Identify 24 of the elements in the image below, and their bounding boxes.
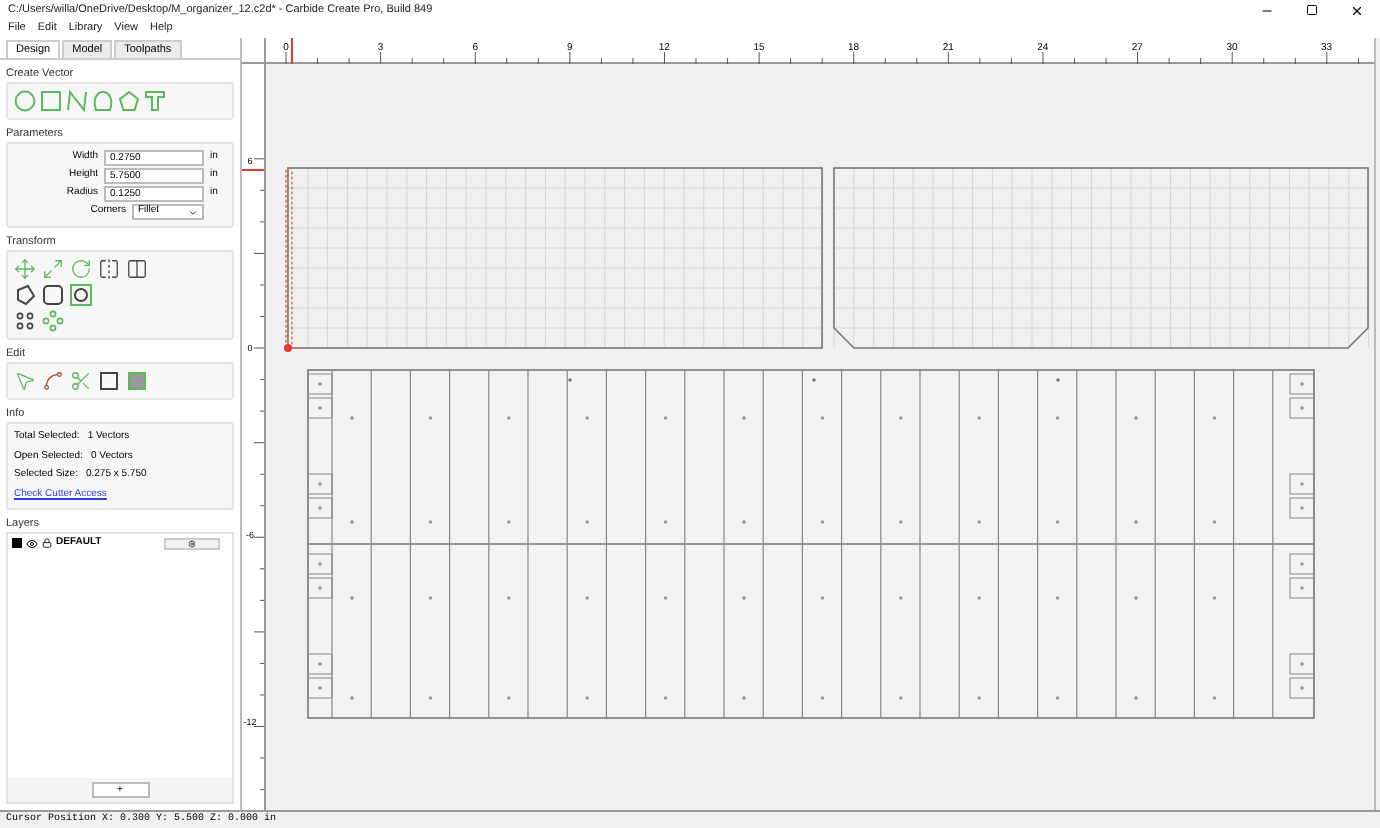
align-icon[interactable]: [126, 258, 148, 280]
offset-icon[interactable]: [14, 284, 36, 306]
mirror-icon[interactable]: [98, 258, 120, 280]
caret-icon: [188, 207, 198, 217]
rounded-square-icon[interactable]: [42, 284, 64, 306]
maximize-icon[interactable]: [1306, 4, 1318, 16]
curve-icon[interactable]: [92, 90, 114, 112]
circle-icon[interactable]: [14, 90, 36, 112]
pointer-icon[interactable]: [14, 370, 36, 392]
dots-icon[interactable]: [14, 310, 36, 332]
text-tool-icon[interactable]: [144, 90, 166, 112]
layer-color-swatch[interactable]: [12, 538, 22, 549]
dots-icon[interactable]: [42, 310, 64, 332]
polygon-icon[interactable]: [118, 90, 140, 112]
gear-icon: [188, 539, 196, 548]
layer-settings-button[interactable]: [164, 537, 220, 550]
rectangle-icon[interactable]: [40, 90, 62, 112]
polyline-icon[interactable]: [66, 90, 88, 112]
close-icon[interactable]: [1350, 3, 1364, 17]
square-icon[interactable]: [98, 370, 120, 392]
boolean-icon[interactable]: [70, 284, 92, 306]
lock-icon[interactable]: [42, 538, 52, 549]
curve-icon[interactable]: [42, 370, 64, 392]
eye-icon[interactable]: [26, 537, 38, 550]
